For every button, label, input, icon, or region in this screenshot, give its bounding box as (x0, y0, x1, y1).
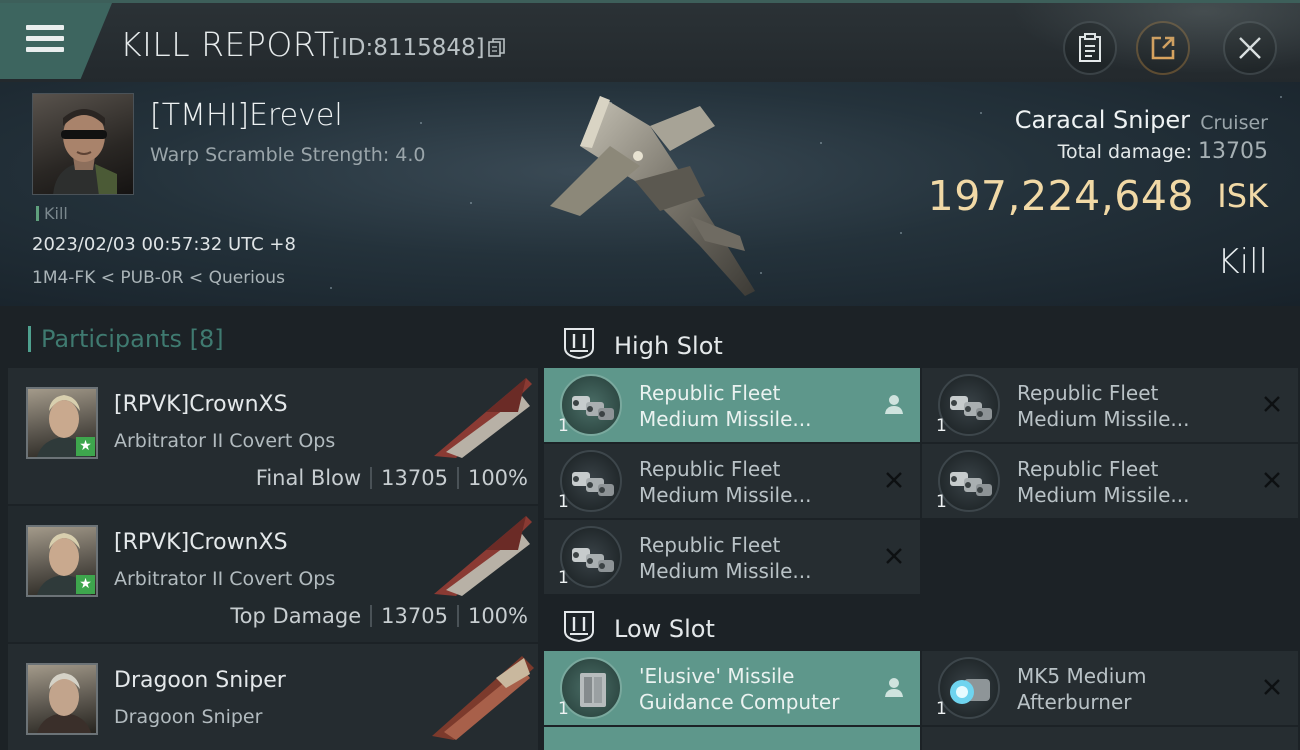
module-slot-partial[interactable] (922, 727, 1298, 750)
guidance-computer-icon (560, 657, 622, 719)
person-icon (885, 678, 903, 697)
hamburger-icon[interactable] (26, 25, 64, 55)
module-quantity: 1 (936, 492, 947, 512)
participants-title: Participants [8] (28, 326, 224, 352)
top-bar: KILL REPORT [ID:8115848] (0, 0, 1300, 85)
module-name: MK5 Medium Afterburner (1017, 664, 1147, 714)
module-quantity: 1 (558, 699, 569, 719)
low-slot-icon (564, 611, 594, 643)
module-slot[interactable]: 1 Republic Fleet Medium Missile... (922, 368, 1298, 442)
close-button[interactable] (1223, 21, 1277, 75)
victim-header: [TMHI]Erevel Warp Scramble Strength: 4.0… (0, 82, 1300, 306)
participant-ship-image (434, 378, 532, 458)
victim-portrait[interactable] (32, 93, 134, 195)
module-name: Republic Fleet Medium Missile... (639, 533, 812, 583)
module-quantity: 1 (936, 416, 947, 436)
menu-button[interactable] (0, 3, 112, 79)
participant-percent: 100% (467, 604, 528, 628)
module-slot[interactable]: 1 Republic Fleet Medium Missile... (544, 444, 920, 518)
missile-launcher-icon (938, 374, 1000, 436)
isk-value: 197,224,648 (927, 172, 1194, 220)
participant-damage: 13705 (381, 466, 448, 490)
afterburner-icon (938, 657, 1000, 719)
participant-portrait: ★ (26, 387, 98, 459)
module-slot[interactable]: 1 MK5 Medium Afterburner (922, 651, 1298, 725)
participant-portrait: ★ (26, 525, 98, 597)
missile-launcher-icon (560, 450, 622, 512)
module-name: Republic Fleet Medium Missile... (1017, 457, 1190, 507)
low-slot-title: Low Slot (614, 615, 715, 643)
top-damage-star-icon: ★ (76, 575, 95, 594)
participant-stats: Top Damage 13705 100% (230, 604, 528, 628)
kill-tag: Kill (36, 206, 68, 222)
participant-row[interactable]: ★ [RPVK]CrownXS Arbitrator II Covert Ops… (8, 506, 538, 642)
participant-percent: 100% (467, 466, 528, 490)
participants-panel: Participants [8] ★ [RPVK]CrownXS Arbitra… (0, 306, 544, 750)
module-name: Republic Fleet Medium Missile... (1017, 381, 1190, 431)
participant-stats: Final Blow 13705 100% (256, 466, 528, 490)
participant-ship: Arbitrator II Covert Ops (114, 568, 336, 590)
participant-portrait (26, 663, 98, 735)
module-quantity: 1 (936, 699, 947, 719)
participant-name[interactable]: [RPVK]CrownXS (114, 530, 288, 555)
final-blow-star-icon: ★ (76, 437, 95, 456)
module-slot[interactable]: 1 Republic Fleet Medium Missile... (922, 444, 1298, 518)
participant-name[interactable]: [RPVK]CrownXS (114, 392, 288, 417)
isk-unit: ISK (1217, 177, 1268, 215)
participant-ship-image (432, 656, 534, 740)
module-name: Republic Fleet Medium Missile... (639, 457, 812, 507)
missile-launcher-icon (560, 374, 622, 436)
module-slot[interactable]: 1 Republic Fleet Medium Missile... (544, 520, 920, 594)
x-icon (886, 548, 902, 564)
participant-row[interactable]: Dragoon Sniper Dragoon Sniper (8, 644, 538, 750)
high-slot-title: High Slot (614, 332, 723, 360)
participant-name[interactable]: Dragoon Sniper (114, 668, 286, 693)
clipboard-icon (1079, 33, 1101, 62)
module-quantity: 1 (558, 492, 569, 512)
victim-name[interactable]: [TMHI]Erevel (150, 98, 343, 133)
module-name: 'Elusive' Missile Guidance Computer (639, 664, 840, 714)
participant-ship-image (434, 516, 532, 596)
copy-icon[interactable] (488, 38, 506, 58)
close-icon (1239, 37, 1261, 59)
x-icon (1264, 472, 1280, 488)
high-slot-header: High Slot (544, 312, 1300, 370)
participant-row[interactable]: ★ [RPVK]CrownXS Arbitrator II Covert Ops… (8, 368, 538, 504)
module-quantity: 1 (558, 568, 569, 588)
low-slot-header: Low Slot (544, 595, 1300, 653)
participant-role: Top Damage (230, 604, 362, 628)
x-icon (886, 472, 902, 488)
missile-launcher-icon (938, 450, 1000, 512)
total-damage-label: Total damage: (1057, 141, 1192, 163)
fittings-panel: High Slot 1 Republic Fleet Medium Missil… (544, 306, 1300, 750)
participant-ship: Arbitrator II Covert Ops (114, 430, 336, 452)
share-button[interactable] (1136, 21, 1190, 75)
high-slot-icon (564, 328, 594, 360)
clipboard-button[interactable] (1063, 21, 1117, 75)
participant-ship: Dragoon Sniper (114, 706, 263, 728)
participant-damage: 13705 (381, 604, 448, 628)
kill-result-label: Kill (1217, 242, 1268, 282)
ship-name[interactable]: Caracal Sniper (1015, 106, 1190, 134)
x-icon (1264, 396, 1280, 412)
missile-launcher-icon (560, 526, 622, 588)
x-icon (1264, 679, 1280, 695)
total-damage-value: 13705 (1198, 139, 1268, 164)
module-name: Republic Fleet Medium Missile... (639, 381, 812, 431)
participant-role: Final Blow (255, 466, 362, 490)
report-id: [ID:8115848] (332, 35, 485, 61)
module-slot[interactable]: 1 'Elusive' Missile Guidance Computer (544, 651, 920, 725)
module-slot-partial[interactable] (544, 727, 920, 750)
victim-ship-image[interactable] (540, 86, 770, 301)
kill-timestamp: 2023/02/03 00:57:32 UTC +8 (32, 234, 296, 255)
page-title: KILL REPORT (120, 25, 335, 64)
kill-location[interactable]: 1M4-FK < PUB-0R < Querious (32, 268, 285, 288)
ship-class: Cruiser (1200, 112, 1268, 134)
module-quantity: 1 (558, 416, 569, 436)
module-slot[interactable]: 1 Republic Fleet Medium Missile... (544, 368, 920, 442)
warp-scramble-strength: Warp Scramble Strength: 4.0 (150, 144, 426, 166)
share-icon (1151, 36, 1175, 60)
person-icon (885, 395, 903, 414)
